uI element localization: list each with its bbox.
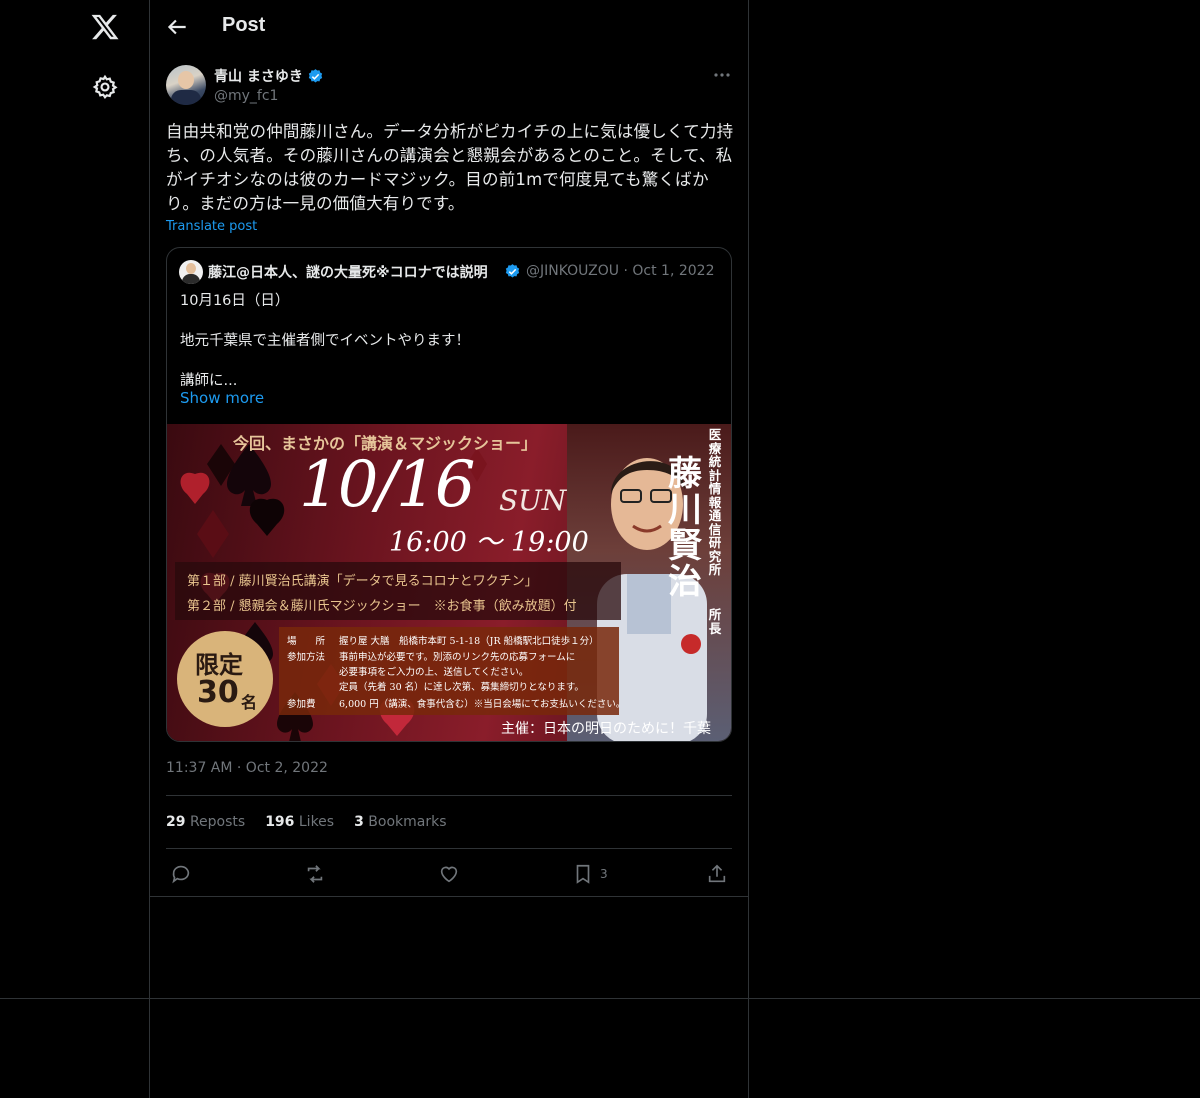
reply-button[interactable] [170,862,192,886]
x-logo-icon[interactable] [90,12,120,42]
author-name-row[interactable]: 青山 まさゆき [214,66,324,86]
column-divider-left [149,0,150,1098]
page-title: Post [222,14,266,36]
flyer-part1: 第１部 / 藤川賢治氏講演「データで見るコロナとワクチン」 [187,574,538,589]
reposts-stat[interactable]: 29 Reposts [166,814,245,830]
gear-icon[interactable] [92,74,118,100]
flyer-speaker-title: 所長 [708,607,722,636]
divider [150,896,748,897]
flyer-speaker-org: 医療統計情報通信研究所 [708,427,722,577]
flyer-date: 10/16 [299,448,475,522]
reposts-label: Reposts [189,814,246,830]
flyer-part2: 第２部 / 懇親会＆藤川氏マジックショー ※お食事（飲み放題）付 [187,599,577,614]
flyer-method-label: 参加方法 [287,652,326,663]
divider [166,848,732,849]
quote-date: Oct 1, 2022 [632,263,715,279]
show-more-link[interactable]: Show more [180,389,264,407]
bookmarks-stat[interactable]: 3 Bookmarks [354,814,446,830]
likes-count: 196 [265,814,295,830]
flyer-venue-label: 場 所 [287,636,326,647]
repost-icon [307,865,323,883]
bottom-divider [0,998,1200,999]
like-button[interactable] [438,862,460,886]
flyer-organizer: 主催：日本の明日のために！千葉 [501,721,711,737]
flyer-method-line: 必要事項をご入力の上、送信してください。 [339,667,529,678]
post-text: 自由共和党の仲間藤川さん。データ分析がピカイチの上に気は優しくて力持ち、の人気者… [166,122,734,213]
flyer-speaker-name: 藤川賢治 [668,454,702,602]
bookmarks-label: Bookmarks [368,814,447,830]
author-handle[interactable]: @my_fc1 [214,88,278,104]
flyer-venue: 握り屋 大膳 船橋市本町 5-1-18（JR 船橋駅北口徒歩１分） [339,636,599,647]
more-options-icon[interactable] [712,66,732,84]
left-nav [0,0,150,1098]
bookmark-button[interactable]: 3 [572,862,608,886]
quote-text-line: 地元千葉県で主催者側でイベントやります！ [180,333,470,349]
post-header: Post [150,0,748,54]
reply-icon [172,865,190,884]
translate-post-link[interactable]: Translate post [166,219,257,234]
bookmark-count: 3 [600,867,608,881]
event-flyer-image[interactable]: 今回、まさかの「講演＆マジックショー」 10/16 SUN 16:00 〜 19… [167,424,731,741]
arrow-left-icon[interactable] [164,14,190,40]
flyer-method-line: 定員（先着 30 名）に達し次第、募集締切りとなります。 [339,682,584,693]
repost-button[interactable] [304,862,326,886]
quote-text-line: 講師に... [180,373,238,389]
flyer-time: 16:00 〜 19:00 [389,527,589,558]
share-button[interactable] [706,862,728,886]
verified-badge-icon [308,68,323,83]
quote-author-handle: @JINKOUZOU [526,263,620,279]
quoted-post[interactable]: 藤江@日本人、謎の大量死※コロナでは説明 @JINKOUZOU · Oct 1,… [166,247,732,742]
bookmarks-count: 3 [354,814,364,830]
quote-handle-date: @JINKOUZOU · Oct 1, 2022 [526,263,715,279]
quote-avatar [179,260,203,284]
likes-stat[interactable]: 196 Likes [265,814,334,830]
flyer-day: SUN [499,484,567,517]
quote-text-line: 10月16日（日） [180,293,290,309]
column-divider-right [748,0,749,1098]
flyer-limit-number: 30 [197,675,239,710]
verified-badge-icon [505,264,520,278]
reposts-count: 29 [166,814,186,830]
share-icon [708,864,726,883]
post-timestamp[interactable]: 11:37 AM · Oct 2, 2022 [166,760,328,776]
divider [166,795,732,796]
bookmark-icon [576,864,590,884]
flyer-limit-unit: 名 [241,693,258,712]
avatar[interactable] [166,65,206,105]
flyer-method-line: 事前申込が必要です。別添のリンク先の応募フォームに [339,652,576,663]
author-name[interactable]: 青山 まさゆき [214,66,303,86]
quote-author-name: 藤江@日本人、謎の大量死※コロナでは説明 [208,265,488,281]
flyer-limit-badge: 限定 30 名 [177,631,273,727]
likes-label: Likes [298,814,335,830]
flyer-fee: 6,000 円（講演、食事代含む）※当日会場にてお支払いください。 [339,699,626,710]
heart-icon [440,866,458,883]
flyer-fee-label: 参加費 [287,699,316,710]
engagement-stats: 29 Reposts 196 Likes 3 Bookmarks [166,814,447,830]
